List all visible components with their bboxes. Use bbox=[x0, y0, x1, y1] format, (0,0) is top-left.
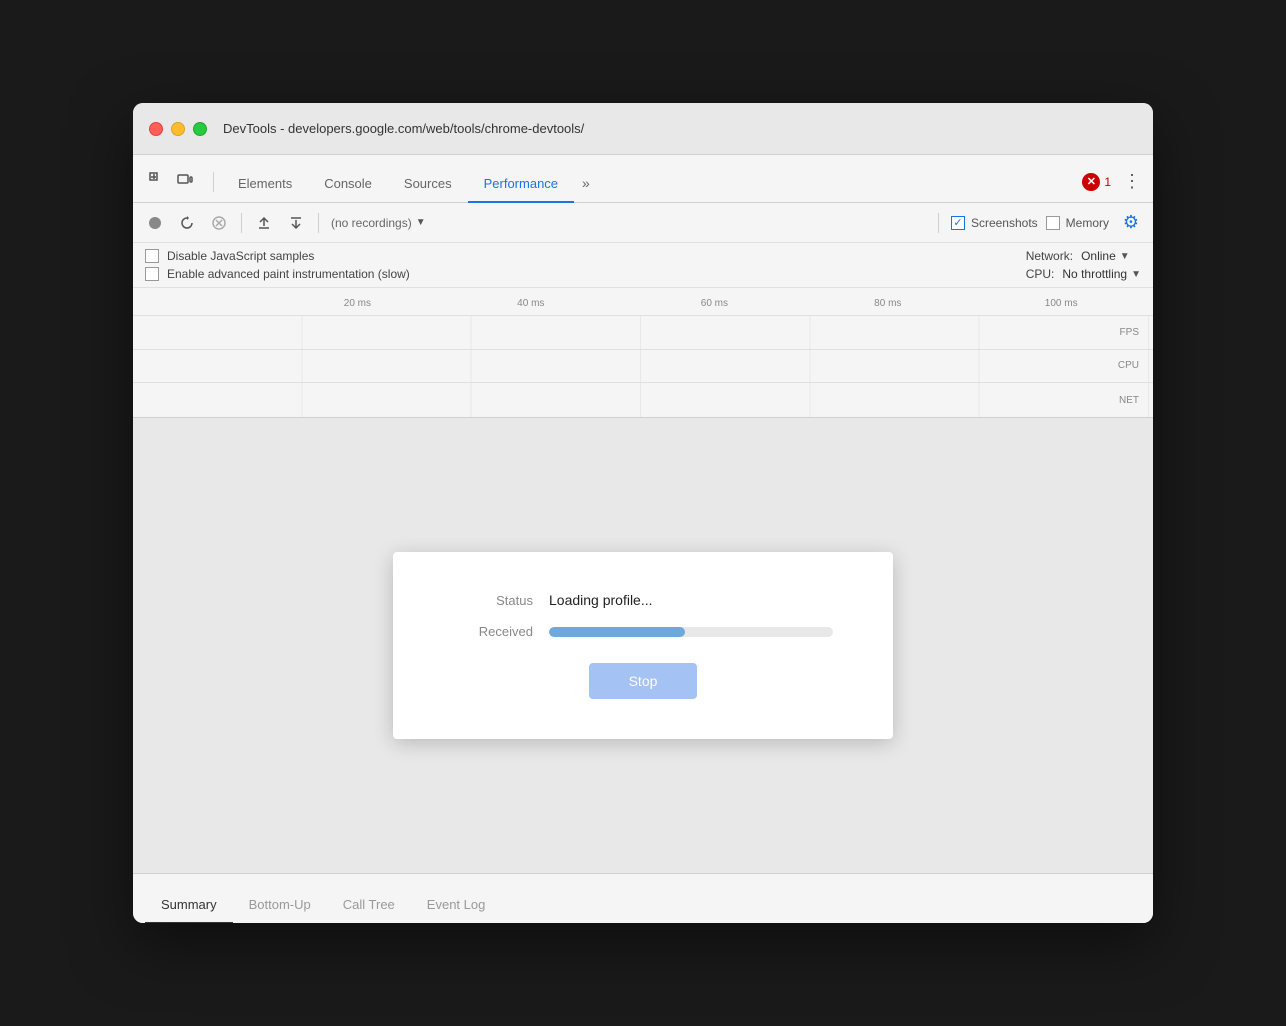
toolbar-separator-1 bbox=[241, 213, 242, 233]
settings-right: Network: Online ▼ CPU: No throttling ▼ bbox=[1026, 249, 1141, 281]
fps-track: FPS bbox=[133, 316, 1153, 350]
cpu-dropdown[interactable]: No throttling ▼ bbox=[1062, 267, 1141, 281]
main-content: Status Loading profile... Received Stop bbox=[133, 418, 1153, 873]
tab-bar-right: ✕ 1 ⋮ bbox=[1082, 171, 1145, 202]
status-label: Status bbox=[453, 593, 533, 608]
network-dropdown[interactable]: Online ▼ bbox=[1081, 249, 1130, 263]
upload-button[interactable] bbox=[250, 209, 278, 237]
cpu-label: CPU: bbox=[1026, 267, 1055, 281]
net-track: NET bbox=[133, 383, 1153, 417]
stop-button[interactable]: Stop bbox=[589, 663, 698, 699]
recordings-dropdown-arrow: ▼ bbox=[416, 217, 426, 228]
memory-checkbox[interactable] bbox=[1046, 216, 1060, 230]
toolbar-separator-3 bbox=[938, 213, 939, 233]
cpu-dropdown-arrow: ▼ bbox=[1131, 269, 1141, 280]
minimize-button[interactable] bbox=[171, 122, 185, 136]
disable-js-setting[interactable]: Disable JavaScript samples bbox=[145, 249, 1026, 263]
clear-button[interactable] bbox=[205, 209, 233, 237]
record-button[interactable] bbox=[141, 209, 169, 237]
network-label: Network: bbox=[1026, 249, 1073, 263]
fps-label: FPS bbox=[1105, 327, 1145, 338]
settings-left: Disable JavaScript samples Enable advanc… bbox=[145, 249, 1026, 281]
settings-rows: Disable JavaScript samples Enable advanc… bbox=[133, 243, 1153, 288]
advanced-paint-setting[interactable]: Enable advanced paint instrumentation (s… bbox=[145, 267, 1026, 281]
advanced-paint-checkbox[interactable] bbox=[145, 267, 159, 281]
error-count: ✕ bbox=[1082, 173, 1100, 191]
tab-bar: Elements Console Sources Performance » ✕… bbox=[133, 155, 1153, 203]
bottom-tab-bottom-up[interactable]: Bottom-Up bbox=[233, 887, 327, 923]
title-bar: DevTools - developers.google.com/web/too… bbox=[133, 103, 1153, 155]
toolbar: (no recordings) ▼ ✓ Screenshots Memory ⚙ bbox=[133, 203, 1153, 243]
tab-elements[interactable]: Elements bbox=[222, 166, 308, 203]
network-dropdown-arrow: ▼ bbox=[1120, 251, 1130, 262]
error-badge[interactable]: ✕ 1 bbox=[1082, 173, 1111, 191]
bottom-tab-event-log[interactable]: Event Log bbox=[411, 887, 502, 923]
tab-performance[interactable]: Performance bbox=[468, 166, 574, 203]
inspector-icon[interactable] bbox=[145, 168, 169, 192]
timeline-area: 20 ms 40 ms 60 ms 80 ms 100 ms FPS CPU N… bbox=[133, 288, 1153, 418]
bottom-tabs: Summary Bottom-Up Call Tree Event Log bbox=[133, 873, 1153, 923]
status-value: Loading profile... bbox=[549, 592, 653, 608]
download-button[interactable] bbox=[282, 209, 310, 237]
traffic-lights bbox=[149, 122, 207, 136]
received-row: Received bbox=[453, 624, 833, 639]
cpu-setting: CPU: No throttling ▼ bbox=[1026, 267, 1141, 281]
maximize-button[interactable] bbox=[193, 122, 207, 136]
net-label: NET bbox=[1105, 395, 1145, 406]
advanced-paint-label: Enable advanced paint instrumentation (s… bbox=[167, 267, 410, 281]
window-title: DevTools - developers.google.com/web/too… bbox=[223, 121, 584, 136]
toolbar-separator-2 bbox=[318, 213, 319, 233]
disable-js-label: Disable JavaScript samples bbox=[167, 249, 314, 263]
device-toolbar-icon[interactable] bbox=[173, 168, 197, 192]
ruler-80ms: 80 ms bbox=[874, 298, 901, 309]
close-button[interactable] bbox=[149, 122, 163, 136]
screenshots-checkbox[interactable]: ✓ bbox=[951, 216, 965, 230]
ruler-40ms: 40 ms bbox=[517, 298, 544, 309]
disable-js-checkbox[interactable] bbox=[145, 249, 159, 263]
status-row: Status Loading profile... bbox=[453, 592, 833, 608]
reload-button[interactable] bbox=[173, 209, 201, 237]
screenshots-checkbox-label[interactable]: ✓ Screenshots bbox=[951, 216, 1038, 230]
timeline-ruler: 20 ms 40 ms 60 ms 80 ms 100 ms bbox=[133, 288, 1153, 316]
progress-bar-fill bbox=[549, 627, 685, 637]
tab-console[interactable]: Console bbox=[308, 166, 388, 203]
tab-separator bbox=[213, 172, 214, 192]
bottom-tab-summary[interactable]: Summary bbox=[145, 887, 233, 923]
recordings-dropdown[interactable]: (no recordings) ▼ bbox=[327, 216, 430, 230]
tab-sources[interactable]: Sources bbox=[388, 166, 468, 203]
memory-checkbox-label[interactable]: Memory bbox=[1046, 216, 1109, 230]
ruler-100ms: 100 ms bbox=[1045, 298, 1078, 309]
cpu-track: CPU bbox=[133, 350, 1153, 384]
more-tabs-button[interactable]: » bbox=[574, 165, 598, 203]
progress-bar-container bbox=[549, 627, 833, 637]
ruler-20ms: 20 ms bbox=[344, 298, 371, 309]
ruler-60ms: 60 ms bbox=[701, 298, 728, 309]
more-options-button[interactable]: ⋮ bbox=[1119, 171, 1145, 192]
cpu-track-label: CPU bbox=[1105, 360, 1145, 371]
loading-dialog: Status Loading profile... Received Stop bbox=[393, 552, 893, 739]
devtools-window: DevTools - developers.google.com/web/too… bbox=[133, 103, 1153, 923]
recordings-label: (no recordings) bbox=[331, 216, 412, 230]
toolbar-right: ✓ Screenshots Memory ⚙ bbox=[934, 209, 1145, 237]
tab-icons bbox=[141, 168, 197, 202]
network-setting: Network: Online ▼ bbox=[1026, 249, 1141, 263]
settings-gear-button[interactable]: ⚙ bbox=[1117, 209, 1145, 237]
bottom-tab-call-tree[interactable]: Call Tree bbox=[327, 887, 411, 923]
received-label: Received bbox=[453, 624, 533, 639]
